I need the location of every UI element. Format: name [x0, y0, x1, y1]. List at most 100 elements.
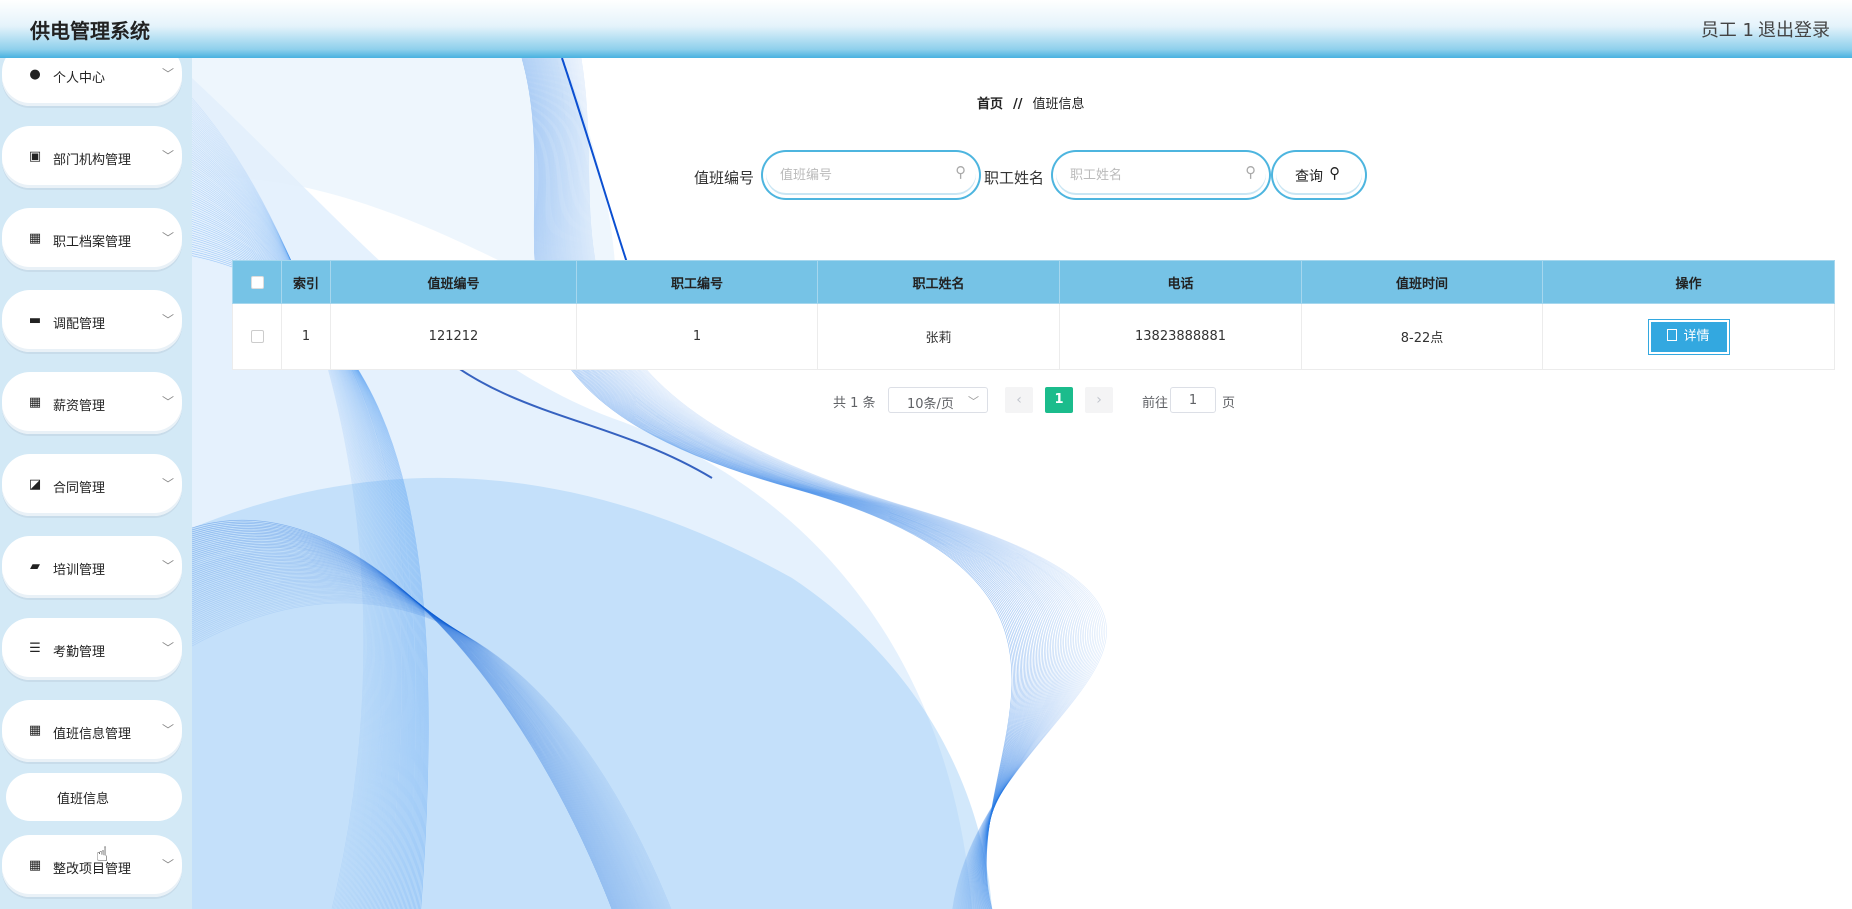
page-number-current[interactable]: 1	[1045, 387, 1073, 413]
column-header-staff-no: 职工编号	[576, 260, 818, 304]
sidebar-item-label: 合同管理	[53, 481, 106, 496]
cell-index: 1	[281, 303, 331, 370]
chevron-down-icon: ﹀	[162, 858, 175, 872]
column-header-actions: 操作	[1542, 260, 1835, 304]
sidebar-item-allocation[interactable]: ▬ 调配管理 ﹀	[2, 290, 182, 352]
staff-name-input[interactable]	[1070, 164, 1235, 186]
hand-cursor-icon: ☝	[96, 842, 109, 866]
breadcrumb-current: 值班信息	[1032, 97, 1085, 112]
chevron-down-icon: ﹀	[162, 313, 175, 327]
goto-page-input[interactable]	[1171, 388, 1215, 412]
grid-icon: ▦	[28, 858, 42, 873]
sidebar-item-label: 调配管理	[53, 317, 106, 332]
briefcase-icon: ▰	[30, 559, 40, 574]
duty-no-label: 值班编号	[694, 169, 755, 187]
sidebar: ● 个人中心 ﹀ ▣ 部门机构管理 ﹀ ▦ 职工档案管理 ﹀ ▬ 调配管理 ﹀ …	[0, 58, 192, 909]
query-button-label: 查询	[1295, 169, 1323, 185]
cell-duty-no: 121212	[330, 303, 577, 370]
chevron-down-icon: ﹀	[162, 231, 175, 245]
chevron-down-icon: ﹀	[162, 723, 175, 737]
chevron-left-icon: ‹	[1016, 392, 1022, 408]
cell-phone: 13823888881	[1059, 303, 1302, 370]
select-all-checkbox[interactable]	[250, 275, 264, 289]
sidebar-item-label: 考勤管理	[53, 645, 106, 660]
app-title: 供电管理系统	[30, 19, 150, 43]
chevron-down-icon: ﹀	[162, 395, 175, 409]
chevron-down-icon: ﹀	[162, 641, 175, 655]
sidebar-item-duty-info[interactable]: ▦ 值班信息管理 ﹀	[2, 700, 182, 762]
pagination-total: 共 1 条	[833, 396, 876, 411]
search-icon: ⚲	[1329, 164, 1340, 182]
detail-button[interactable]: 详情	[1648, 319, 1729, 354]
sidebar-item-training[interactable]: ▰ 培训管理 ﹀	[2, 536, 182, 598]
person-icon: ●	[29, 67, 41, 82]
chat-icon: ▬	[28, 313, 42, 328]
duty-no-input[interactable]	[780, 164, 945, 186]
search-icon: ⚲	[1245, 163, 1256, 181]
current-user-label: 员工 1	[1700, 20, 1754, 41]
cell-staff-no: 1	[576, 303, 818, 370]
grid-icon: ▦	[28, 395, 42, 410]
staff-name-label: 职工姓名	[984, 169, 1045, 187]
detail-button-label: 详情	[1683, 328, 1710, 344]
chevron-right-icon: ›	[1096, 392, 1102, 408]
chevron-down-icon: ﹀	[162, 559, 175, 573]
column-header-phone: 电话	[1059, 260, 1302, 304]
sidebar-item-label: 部门机构管理	[53, 153, 132, 168]
query-button[interactable]: 查询 ⚲	[1276, 155, 1362, 195]
sidebar-item-label: 个人中心	[53, 71, 106, 86]
table-row: 1 121212 1 张莉 13823888881 8-22点 详情	[232, 303, 1835, 370]
sidebar-item-label: 职工档案管理	[53, 235, 132, 250]
sidebar-item-attendance[interactable]: ☰ 考勤管理 ﹀	[2, 618, 182, 680]
breadcrumb-separator: //	[1013, 97, 1023, 112]
column-header-duty-time: 值班时间	[1301, 260, 1543, 304]
column-header-index: 索引	[281, 260, 331, 304]
goto-page-field[interactable]	[1170, 387, 1216, 413]
sidebar-item-rectification[interactable]: ▦ 整改项目管理 ﹀	[2, 835, 182, 897]
select-all-cell[interactable]	[232, 260, 282, 304]
list-icon: ☰	[29, 641, 41, 656]
chart-icon: ◪	[28, 477, 42, 492]
pagination: 共 1 条 10条/页 ﹀ ‹ 1 › 前往 页	[192, 385, 1852, 415]
main-content: 首页 // 值班信息 值班编号 ⚲ 职工姓名 ⚲ 查询 ⚲ 索引	[192, 58, 1852, 909]
sidebar-item-label: 值班信息管理	[53, 727, 132, 742]
duty-no-field[interactable]: ⚲	[766, 155, 976, 195]
sidebar-item-label: 培训管理	[53, 563, 106, 578]
cell-actions: 详情	[1542, 303, 1835, 370]
table-header-row: 索引 值班编号 职工编号 职工姓名 电话 值班时间 操作	[232, 260, 1835, 304]
next-page-button[interactable]: ›	[1085, 387, 1113, 413]
sidebar-item-label: 整改项目管理	[53, 862, 132, 877]
grid-icon: ▦	[28, 723, 42, 738]
logout-button[interactable]: 退出登录	[1758, 16, 1830, 42]
cell-staff-name: 张莉	[817, 303, 1060, 370]
goto-label: 前往	[1142, 396, 1169, 411]
staff-name-field[interactable]: ⚲	[1056, 155, 1266, 195]
page-size-value: 10条/页	[907, 397, 954, 412]
prev-page-button[interactable]: ‹	[1005, 387, 1033, 413]
sidebar-subitem-label: 值班信息	[57, 792, 110, 807]
clipboard-icon: ▣	[28, 149, 42, 164]
row-checkbox[interactable]	[250, 330, 264, 343]
sidebar-item-label: 薪资管理	[53, 399, 106, 414]
page-suffix-label: 页	[1222, 396, 1236, 411]
chevron-down-icon: ﹀	[162, 149, 175, 163]
page-size-select[interactable]: 10条/页 ﹀	[888, 387, 988, 413]
sidebar-item-contract[interactable]: ◪ 合同管理 ﹀	[2, 454, 182, 516]
document-icon	[1667, 328, 1678, 341]
sidebar-subitem-duty-info[interactable]: 值班信息	[6, 773, 182, 821]
chevron-down-icon: ﹀	[162, 67, 175, 81]
grid-icon: ▦	[28, 231, 42, 246]
breadcrumb-home[interactable]: 首页	[977, 97, 1003, 112]
sidebar-item-staff-records[interactable]: ▦ 职工档案管理 ﹀	[2, 208, 182, 270]
chevron-down-icon: ﹀	[162, 477, 175, 491]
cell-duty-time: 8-22点	[1301, 303, 1543, 370]
top-header: 供电管理系统 员工 1 退出登录	[0, 0, 1852, 58]
sidebar-item-personal-center[interactable]: ● 个人中心 ﹀	[2, 58, 182, 106]
column-header-staff-name: 职工姓名	[817, 260, 1060, 304]
breadcrumb: 首页 // 值班信息	[977, 93, 1085, 112]
sidebar-item-department[interactable]: ▣ 部门机构管理 ﹀	[2, 126, 182, 188]
duty-table: 索引 值班编号 职工编号 职工姓名 电话 值班时间 操作 1 121212 1 …	[232, 260, 1835, 370]
row-select-cell[interactable]	[232, 303, 282, 370]
sidebar-item-salary[interactable]: ▦ 薪资管理 ﹀	[2, 372, 182, 434]
column-header-duty-no: 值班编号	[330, 260, 577, 304]
